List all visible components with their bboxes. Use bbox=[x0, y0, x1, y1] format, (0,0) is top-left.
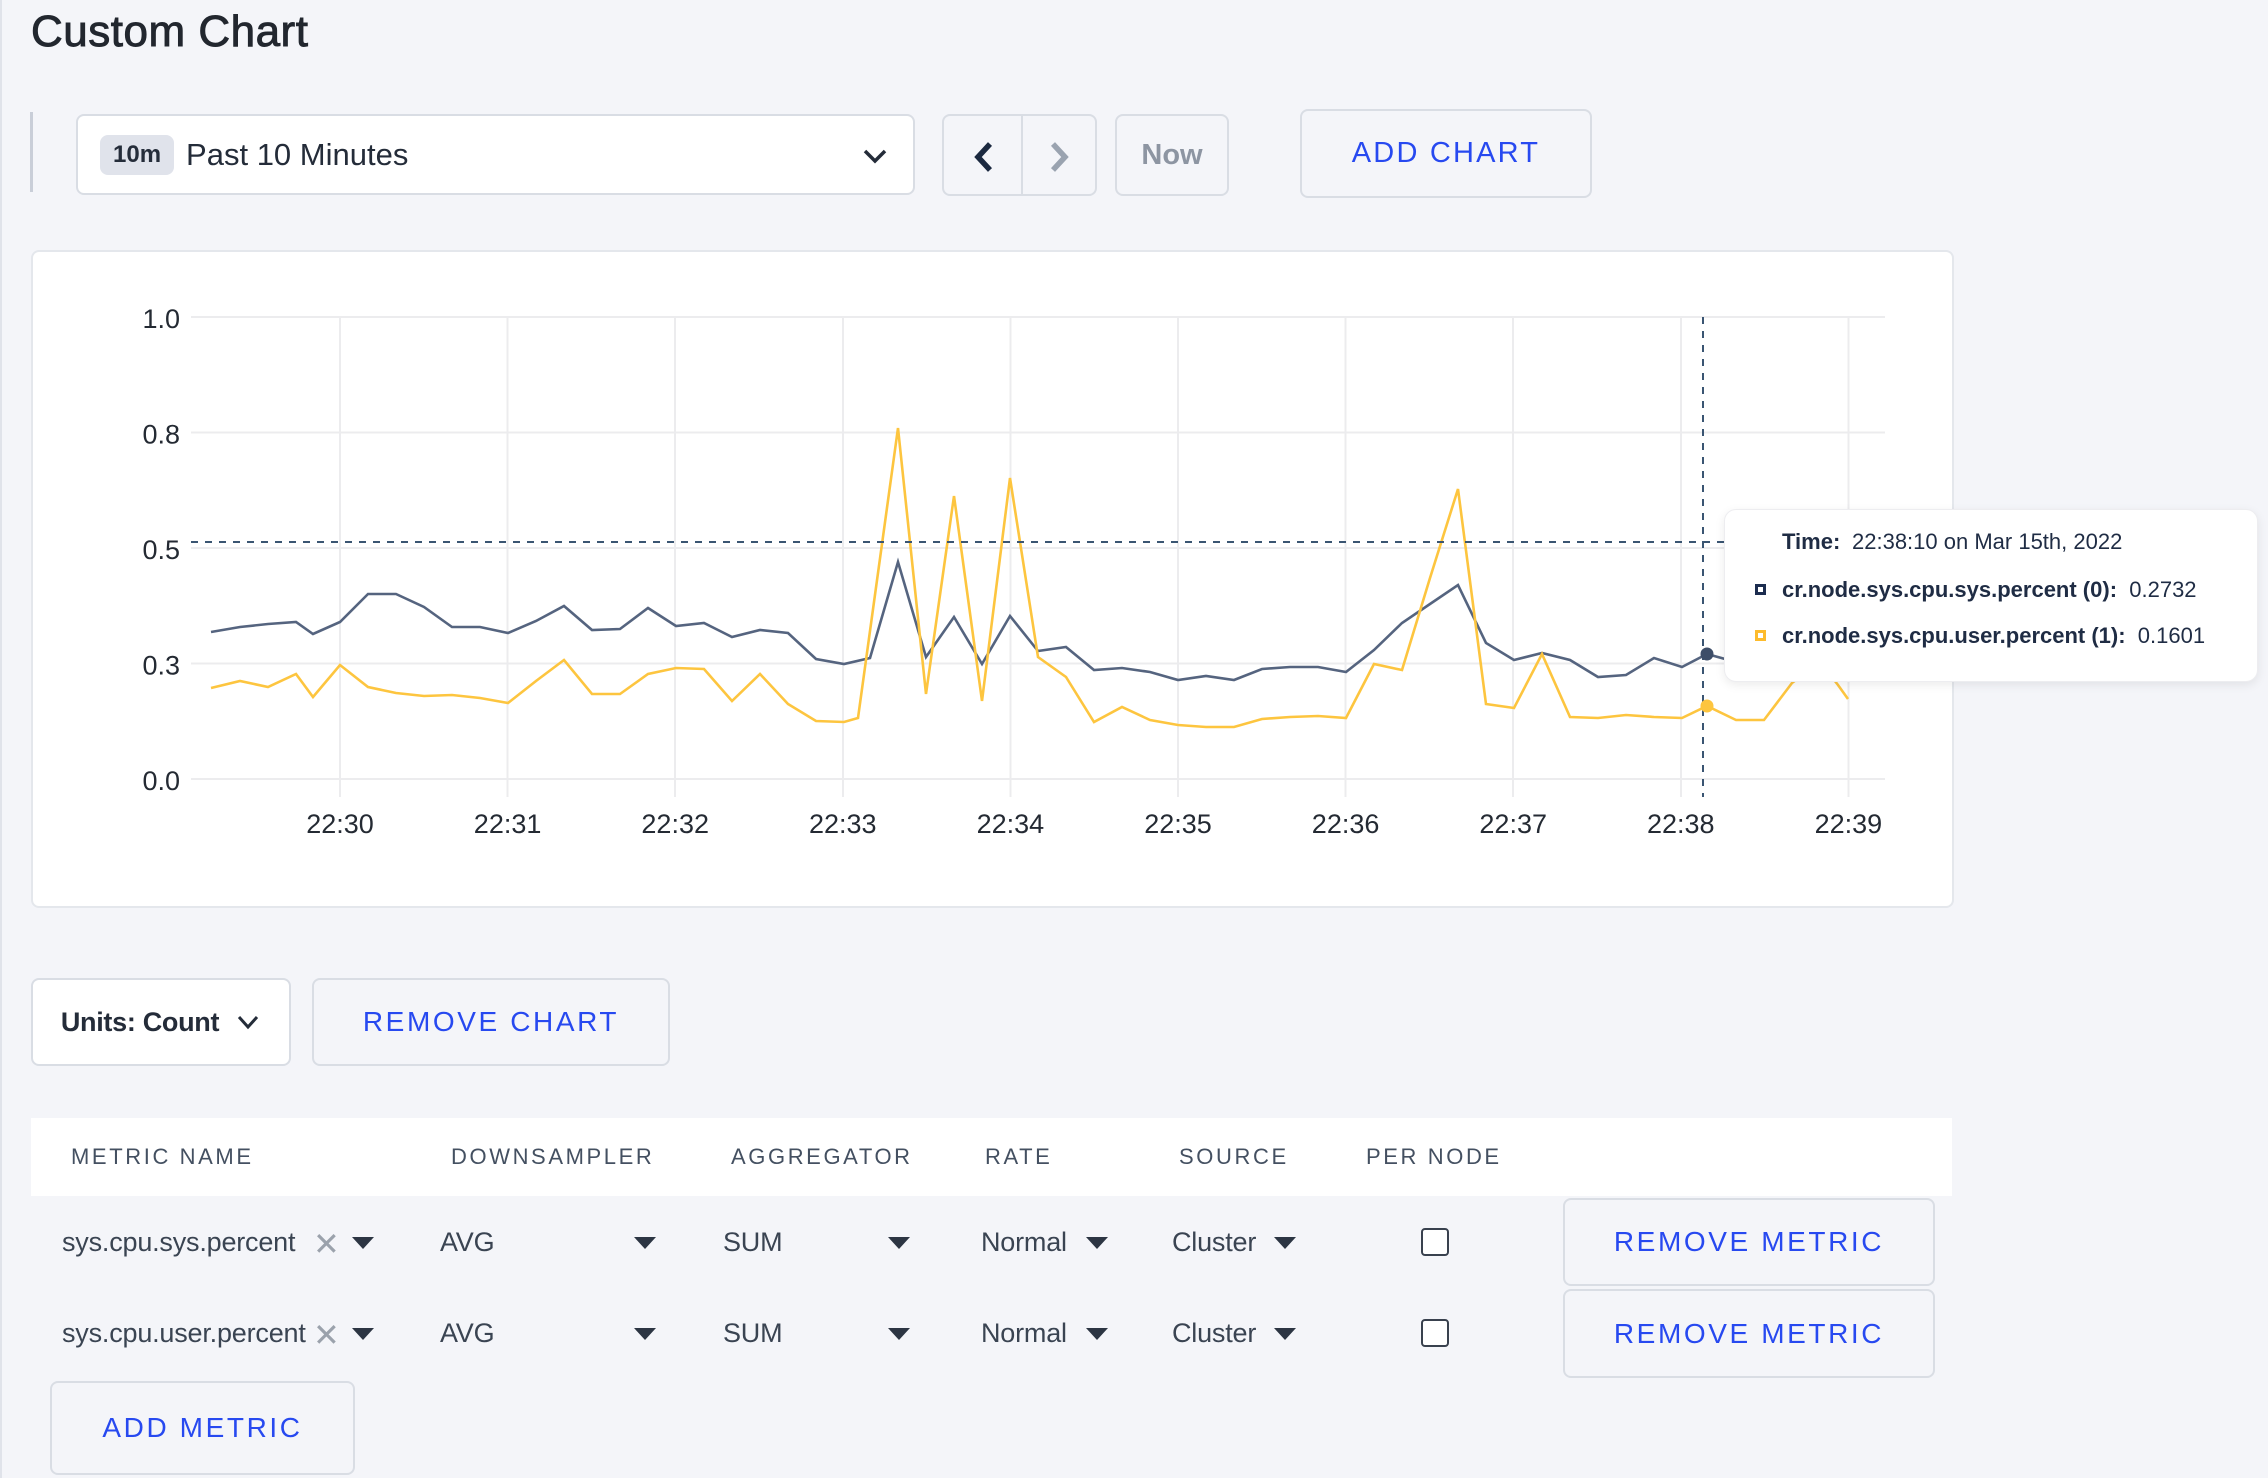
svg-text:22:34: 22:34 bbox=[977, 809, 1045, 839]
svg-text:22:35: 22:35 bbox=[1144, 809, 1212, 839]
svg-text:0.5: 0.5 bbox=[142, 535, 180, 565]
svg-text:0.0: 0.0 bbox=[142, 766, 180, 796]
svg-text:22:31: 22:31 bbox=[474, 809, 542, 839]
svg-text:22:37: 22:37 bbox=[1479, 809, 1547, 839]
svg-text:0.3: 0.3 bbox=[142, 651, 180, 681]
svg-text:22:32: 22:32 bbox=[641, 809, 709, 839]
svg-text:22:33: 22:33 bbox=[809, 809, 877, 839]
svg-text:1.0: 1.0 bbox=[142, 304, 180, 334]
svg-text:22:36: 22:36 bbox=[1312, 809, 1380, 839]
svg-text:22:38: 22:38 bbox=[1647, 809, 1715, 839]
svg-text:0.8: 0.8 bbox=[142, 420, 180, 450]
svg-text:22:30: 22:30 bbox=[306, 809, 374, 839]
svg-text:22:39: 22:39 bbox=[1815, 809, 1883, 839]
